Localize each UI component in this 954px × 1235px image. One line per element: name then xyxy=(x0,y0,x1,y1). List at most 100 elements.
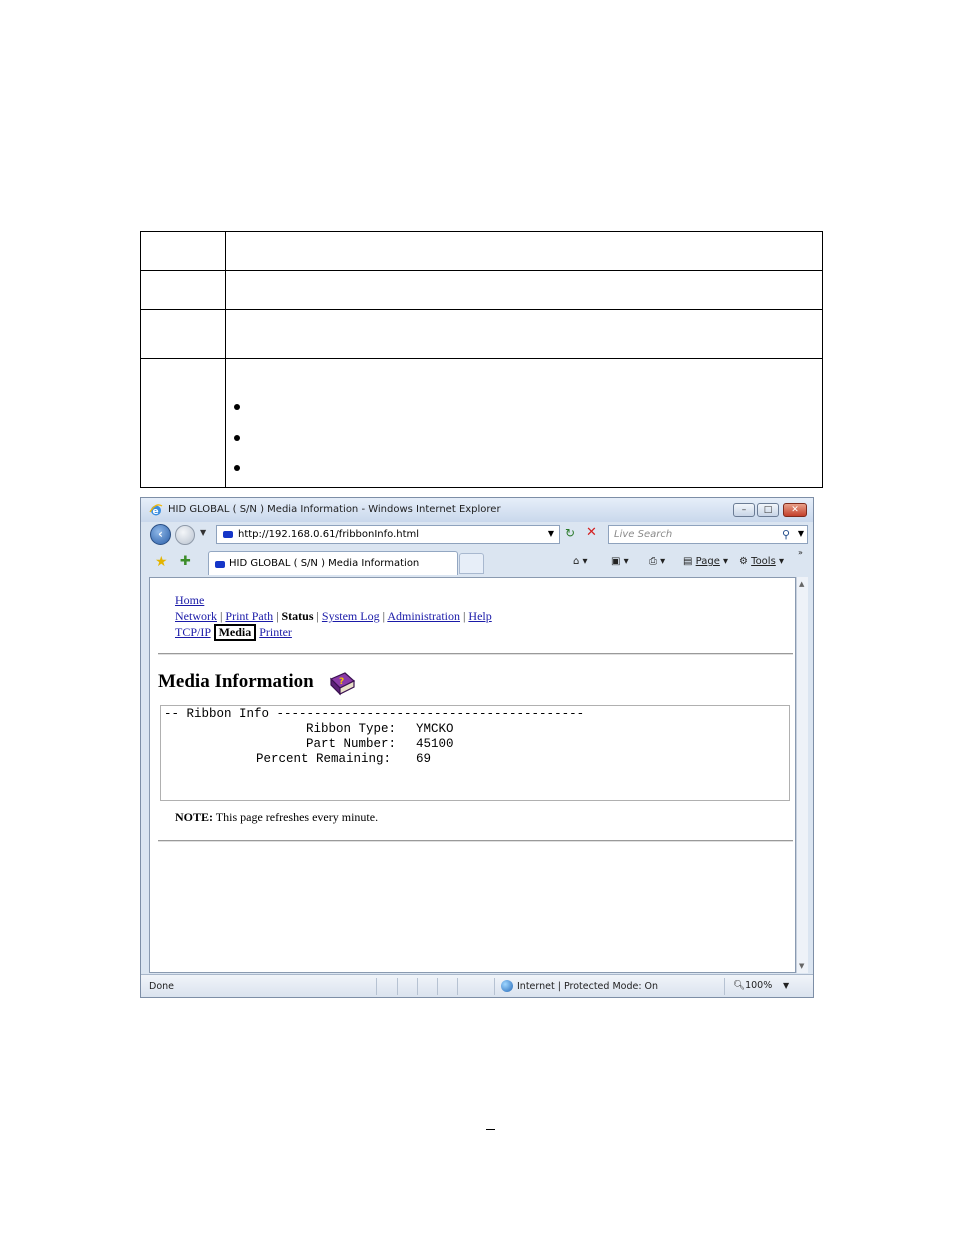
maximize-button[interactable]: □ xyxy=(757,503,779,517)
back-icon: ‹ xyxy=(158,527,163,541)
zoom-level[interactable]: 🔍︎100% xyxy=(733,980,772,991)
tab-favicon-icon xyxy=(215,561,225,568)
nav-separator: | xyxy=(276,609,279,623)
status-divider xyxy=(376,978,377,995)
table-cell xyxy=(140,309,226,359)
zoom-icon: 🔍︎ xyxy=(733,980,746,991)
status-divider xyxy=(494,978,495,995)
link-printer[interactable]: Printer xyxy=(259,625,292,639)
percent-remaining-value: 69 xyxy=(416,752,432,766)
search-dropdown-icon[interactable]: ▼ xyxy=(798,529,804,538)
status-divider xyxy=(457,978,458,995)
new-tab-button[interactable] xyxy=(459,553,484,574)
ribbon-type-value: YMCKO xyxy=(416,722,454,736)
page-favicon-icon xyxy=(223,531,233,538)
security-zone[interactable]: Internet | Protected Mode: On xyxy=(517,981,658,992)
note-text: This page refreshes every minute. xyxy=(213,810,379,824)
document-table xyxy=(140,231,823,488)
status-divider xyxy=(397,978,398,995)
link-print-path[interactable]: Print Path xyxy=(225,609,273,623)
search-placeholder: Live Search xyxy=(614,529,673,540)
add-favorite-icon[interactable]: ✚ xyxy=(180,554,191,569)
minimize-icon: – xyxy=(741,505,747,515)
nav-separator: | xyxy=(316,609,319,623)
back-button[interactable]: ‹ xyxy=(150,524,171,545)
address-bar[interactable]: http://192.168.0.61/fribbonInfo.html ▼ xyxy=(216,525,560,544)
nav-separator: | xyxy=(220,609,223,623)
title-bar: e HID GLOBAL ( S/N ) Media Information -… xyxy=(141,498,813,522)
page-icon: ▤ xyxy=(683,556,696,567)
window-title: HID GLOBAL ( S/N ) Media Information - W… xyxy=(168,504,501,515)
svg-text:e: e xyxy=(153,507,159,517)
nav-row-home: Home xyxy=(175,593,204,608)
status-divider xyxy=(724,978,725,995)
link-network[interactable]: Network xyxy=(175,609,217,623)
address-url: http://192.168.0.61/fribbonInfo.html xyxy=(238,529,420,540)
tools-menu-label: Tools xyxy=(751,556,776,567)
percent-remaining-label: Percent Remaining: xyxy=(256,752,392,766)
bullet-dot xyxy=(234,435,240,441)
maximize-icon: □ xyxy=(763,505,773,515)
page-content: Home Network | Print Path | Status | Sys… xyxy=(149,577,796,973)
stop-icon[interactable]: ✕ xyxy=(586,525,597,540)
table-cell xyxy=(140,231,226,271)
status-divider xyxy=(417,978,418,995)
table-cell xyxy=(140,270,226,310)
ribbon-info-panel: -- Ribbon Info -------------------------… xyxy=(160,705,790,801)
page-number-dash xyxy=(486,1129,495,1130)
help-book-icon: ? xyxy=(329,672,356,696)
scroll-up-icon[interactable]: ▲ xyxy=(799,580,804,588)
vertical-scrollbar[interactable]: ▲ ▼ xyxy=(796,577,808,973)
print-icon[interactable]: ⎙ ▾ xyxy=(649,556,665,567)
search-icon[interactable]: ⚲ xyxy=(782,528,790,541)
bullet-dot xyxy=(234,404,240,410)
ie-logo-icon: e xyxy=(149,504,163,517)
tab-title: HID GLOBAL ( S/N ) Media Information xyxy=(229,558,420,569)
nav-row-main: Network | Print Path | Status | System L… xyxy=(175,609,492,624)
nav-current-status: Status xyxy=(281,609,314,623)
note-label: NOTE: xyxy=(175,810,214,824)
divider xyxy=(158,840,793,842)
tools-gear-icon: ⚙ xyxy=(739,556,752,567)
tab-bar: ★ ✚ HID GLOBAL ( S/N ) Media Information… xyxy=(141,548,813,576)
close-button[interactable]: ✕ xyxy=(783,503,807,517)
link-administration[interactable]: Administration xyxy=(387,609,460,623)
tools-menu[interactable]: ⚙ Tools ▾ xyxy=(739,556,784,567)
favorites-star-icon[interactable]: ★ xyxy=(155,554,168,570)
link-help[interactable]: Help xyxy=(468,609,491,623)
nav-separator: | xyxy=(382,609,385,623)
feeds-icon[interactable]: ▣ ▾ xyxy=(611,556,629,567)
recent-pages-dropdown-icon[interactable]: ▼ xyxy=(200,528,206,537)
part-number-label: Part Number: xyxy=(306,737,397,751)
table-cell xyxy=(225,231,823,271)
link-tcpip[interactable]: TCP/IP xyxy=(175,625,211,639)
navigation-bar: ‹ ▼ http://192.168.0.61/fribbonInfo.html… xyxy=(141,522,813,548)
globe-icon xyxy=(501,980,513,992)
page-menu[interactable]: ▤ Page ▾ xyxy=(683,556,728,567)
table-cell-bullets xyxy=(225,358,823,488)
status-text: Done xyxy=(149,981,174,992)
browser-window: e HID GLOBAL ( S/N ) Media Information -… xyxy=(140,497,814,998)
part-number-value: 45100 xyxy=(416,737,454,751)
refresh-icon[interactable]: ↻ xyxy=(565,526,575,540)
link-home[interactable]: Home xyxy=(175,593,204,607)
nav-separator: | xyxy=(463,609,466,623)
svg-text:?: ? xyxy=(339,677,344,687)
nav-row-status: TCP/IP Media Printer xyxy=(175,624,292,641)
forward-button[interactable] xyxy=(175,525,195,545)
status-divider xyxy=(437,978,438,995)
refresh-note: NOTE: This page refreshes every minute. xyxy=(175,810,378,825)
ribbon-type-label: Ribbon Type: xyxy=(306,722,397,736)
scroll-down-icon[interactable]: ▼ xyxy=(799,962,804,970)
page-title: Media Information xyxy=(158,671,314,692)
ribbon-info-header: -- Ribbon Info -------------------------… xyxy=(164,707,585,721)
link-system-log[interactable]: System Log xyxy=(322,609,380,623)
tab-media-information[interactable]: HID GLOBAL ( S/N ) Media Information xyxy=(208,551,458,575)
address-dropdown-icon[interactable]: ▼ xyxy=(548,529,554,538)
zoom-dropdown-icon[interactable]: ▼ xyxy=(783,981,789,990)
minimize-button[interactable]: – xyxy=(733,503,755,517)
home-icon[interactable]: ⌂ ▾ xyxy=(573,556,588,567)
search-box[interactable]: Live Search ⚲ ▼ xyxy=(608,525,808,544)
table-cell xyxy=(225,270,823,310)
toolbar-overflow-icon[interactable]: » xyxy=(798,548,803,557)
